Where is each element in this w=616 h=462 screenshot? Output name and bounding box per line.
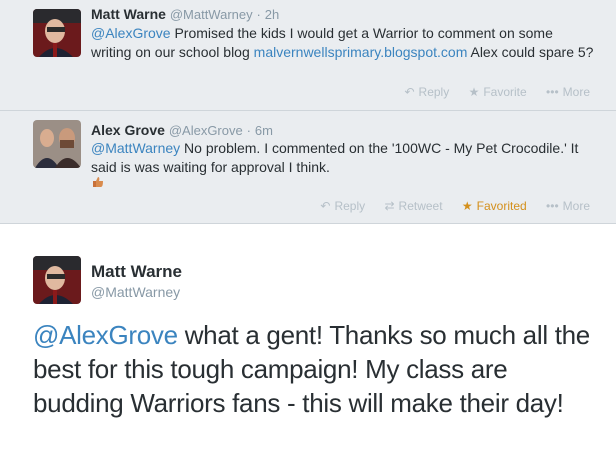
reply-label: Reply bbox=[334, 199, 366, 213]
tweet-actions: ↶ Reply ★ Favorite ••• More bbox=[388, 85, 590, 99]
reply-icon: ↶ bbox=[320, 199, 331, 213]
tweet-author-name[interactable]: Matt Warne bbox=[91, 262, 182, 282]
more-button[interactable]: ••• More bbox=[546, 85, 590, 99]
avatar[interactable] bbox=[33, 256, 81, 304]
tweet-alex-grove[interactable]: Alex Grove @AlexGrove · 6m @MattWarney N… bbox=[0, 111, 616, 224]
more-dots-icon: ••• bbox=[546, 85, 559, 99]
favorited-label: Favorited bbox=[476, 199, 527, 213]
tweet-author-handle[interactable]: @MattWarney bbox=[170, 7, 253, 22]
retweet-button[interactable]: ⇄ Retweet bbox=[384, 199, 442, 213]
retweet-icon: ⇄ bbox=[384, 199, 395, 213]
tweet-author-handle[interactable]: @AlexGrove bbox=[169, 123, 243, 138]
tweet-author-name[interactable]: Matt Warne bbox=[91, 6, 166, 22]
reply-label: Reply bbox=[418, 85, 450, 99]
favorited-button[interactable]: ★ Favorited bbox=[462, 199, 527, 213]
tweet-text: @AlexGrove what a gent! Thanks so much a… bbox=[33, 318, 603, 420]
expanded-tweet: Matt Warne @MattWarney @AlexGrove what a… bbox=[0, 224, 616, 462]
star-icon: ★ bbox=[461, 199, 473, 213]
tweet-timestamp[interactable]: 2h bbox=[265, 7, 279, 22]
tweet-header: Matt Warne @MattWarney · 2h bbox=[91, 5, 279, 24]
url-link[interactable]: malvernwellsprimary.blogspot.com bbox=[254, 44, 468, 60]
favorite-label: Favorite bbox=[483, 85, 527, 99]
more-label: More bbox=[562, 199, 590, 213]
mention-link[interactable]: @AlexGrove bbox=[91, 25, 171, 41]
more-label: More bbox=[562, 85, 590, 99]
tweet-matt-warne[interactable]: Matt Warne @MattWarney · 2h @AlexGrove P… bbox=[0, 0, 616, 111]
tweet-actions: ↶ Reply ⇄ Retweet ★ Favorited ••• More bbox=[304, 199, 590, 213]
more-dots-icon: ••• bbox=[546, 199, 559, 213]
tweet-author-handle[interactable]: @MattWarney bbox=[91, 284, 180, 300]
mention-link[interactable]: @MattWarney bbox=[91, 140, 180, 156]
star-icon: ★ bbox=[468, 85, 480, 99]
reply-button[interactable]: ↶ Reply bbox=[320, 199, 365, 213]
tweet-timestamp[interactable]: 6m bbox=[255, 123, 273, 138]
more-button[interactable]: ••• More bbox=[546, 199, 590, 213]
avatar[interactable] bbox=[33, 120, 81, 168]
tweet-text: @AlexGrove Promised the kids I would get… bbox=[91, 24, 596, 62]
tweet-text-part: Alex could spare 5? bbox=[467, 44, 594, 60]
tweet-header: Alex Grove @AlexGrove · 6m bbox=[91, 121, 273, 140]
avatar[interactable] bbox=[33, 9, 81, 57]
tweet-separator: · bbox=[256, 7, 261, 22]
tweet-author-name[interactable]: Alex Grove bbox=[91, 122, 165, 138]
reply-button[interactable]: ↶ Reply bbox=[404, 85, 449, 99]
reply-icon: ↶ bbox=[404, 85, 415, 99]
retweet-label: Retweet bbox=[398, 199, 443, 213]
mention-link[interactable]: @AlexGrove bbox=[33, 320, 178, 350]
tweet-separator: · bbox=[246, 123, 251, 138]
tweet-text: @MattWarney No problem. I commented on t… bbox=[91, 139, 596, 177]
emoji-thumbs-icon bbox=[92, 175, 104, 187]
favorite-button[interactable]: ★ Favorite bbox=[469, 85, 527, 99]
